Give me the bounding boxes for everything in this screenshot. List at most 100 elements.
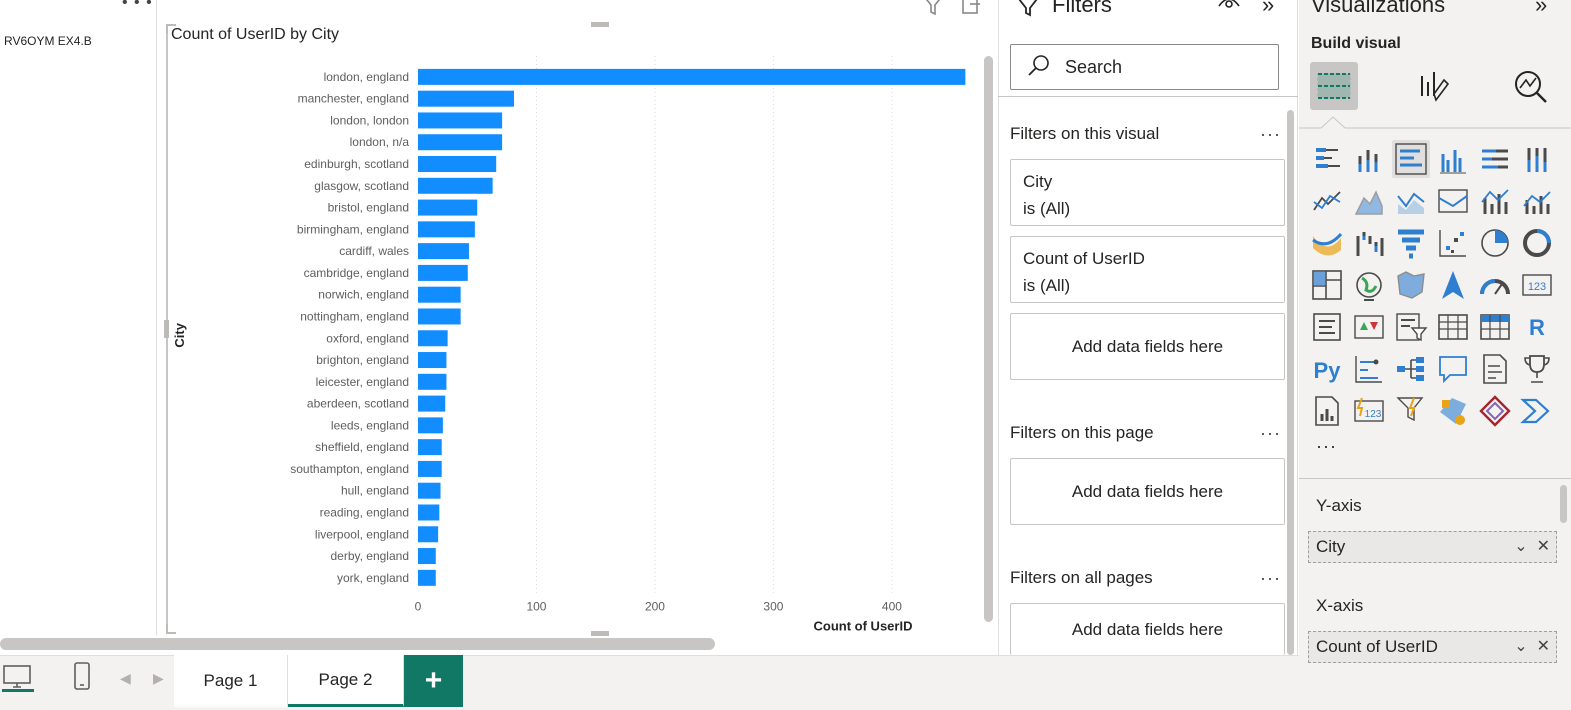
metrics-icon[interactable] (1518, 350, 1556, 388)
100-stacked-bar-chart-icon[interactable] (1476, 140, 1514, 178)
bar[interactable] (418, 504, 440, 521)
visual-vertical-scrollbar[interactable] (984, 56, 993, 622)
power-automate-slicer-icon[interactable] (1392, 392, 1430, 430)
bar[interactable] (418, 221, 475, 238)
bar[interactable] (418, 330, 448, 347)
more-options-icon[interactable]: ··· (1260, 124, 1281, 145)
bar[interactable] (418, 112, 503, 129)
chevron-right-icon[interactable]: ▶ (153, 670, 164, 687)
funnel-chart-icon[interactable] (1392, 224, 1430, 262)
add-report-filter-well[interactable]: Add data fields here (1010, 603, 1285, 655)
clustered-column-chart-icon[interactable] (1434, 140, 1472, 178)
key-influencers-icon[interactable] (1350, 350, 1388, 388)
slicer-icon[interactable] (1392, 308, 1430, 346)
more-options-icon[interactable]: ··· (1260, 568, 1281, 589)
clustered-bar-chart-icon[interactable] (1392, 140, 1430, 178)
filter-card-city[interactable]: City is (All) (1010, 159, 1285, 226)
remove-field-icon[interactable]: ✕ (1537, 638, 1550, 655)
filter-icon[interactable] (920, 0, 946, 24)
map-icon[interactable] (1350, 266, 1388, 304)
bar[interactable] (418, 68, 966, 85)
line-column-chart-icon[interactable] (1476, 182, 1514, 220)
bar[interactable] (418, 243, 469, 260)
more-options-icon[interactable]: ··· (1260, 423, 1281, 444)
x-axis-field-well[interactable]: Count of UserID ⌄ ✕ (1308, 631, 1557, 663)
bar[interactable] (418, 134, 503, 151)
ribbon-chart-icon[interactable] (1308, 224, 1346, 262)
r-visual-icon[interactable]: R (1518, 308, 1556, 346)
matrix-icon[interactable] (1476, 308, 1514, 346)
stacked-column-chart-icon[interactable] (1350, 140, 1388, 178)
gauge-icon[interactable] (1476, 266, 1514, 304)
tab-page-1[interactable]: Page 1 (174, 655, 288, 707)
bar[interactable] (418, 199, 478, 216)
area-chart-icon[interactable] (1350, 182, 1388, 220)
stacked-bar-chart-icon[interactable] (1308, 140, 1346, 178)
collapse-visualizations-icon[interactable]: » (1535, 0, 1547, 18)
analytics-tab-icon[interactable] (1510, 66, 1550, 111)
paginated-report-icon[interactable] (1308, 392, 1346, 430)
bar[interactable] (418, 526, 439, 543)
filters-scrollbar[interactable] (1287, 110, 1294, 655)
line-chart-icon[interactable] (1308, 182, 1346, 220)
collapse-filters-icon[interactable]: » (1262, 0, 1274, 18)
more-visuals-icon[interactable]: ··· (1316, 436, 1337, 457)
bar[interactable] (418, 417, 443, 434)
power-automate-icon[interactable] (1518, 392, 1556, 430)
desktop-view-icon[interactable] (2, 662, 34, 697)
resize-handle-top[interactable] (591, 22, 609, 27)
smart-narrative-icon[interactable] (1476, 350, 1514, 388)
mobile-view-icon[interactable] (72, 662, 92, 697)
bar[interactable] (418, 439, 442, 456)
resize-corner-top-left[interactable] (166, 24, 176, 34)
filter-card-count[interactable]: Count of UserID is (All) (1010, 236, 1285, 303)
filters-search-input[interactable]: Search (1010, 44, 1279, 90)
bar[interactable] (418, 460, 442, 477)
y-axis-field-well[interactable]: City ⌄ ✕ (1308, 531, 1557, 563)
bar[interactable] (418, 156, 497, 173)
kpi-icon[interactable] (1350, 308, 1388, 346)
add-visual-filter-well[interactable]: Add data fields here (1010, 313, 1285, 380)
scatter-chart-icon[interactable] (1434, 224, 1472, 262)
decomposition-tree-icon[interactable] (1392, 350, 1430, 388)
more-options-icon[interactable]: • • • (122, 0, 153, 12)
chevron-left-icon[interactable]: ◀ (120, 670, 131, 687)
remove-field-icon[interactable]: ✕ (1537, 538, 1550, 555)
donut-chart-icon[interactable] (1518, 224, 1556, 262)
python-visual-icon[interactable]: Py (1308, 350, 1346, 388)
bar[interactable] (418, 352, 447, 369)
card-icon[interactable]: 123 (1518, 266, 1556, 304)
filled-map-icon[interactable] (1392, 266, 1430, 304)
bar[interactable] (418, 286, 461, 303)
bar[interactable] (418, 548, 436, 565)
bar[interactable] (418, 373, 447, 390)
line-clustered-column-icon[interactable] (1518, 182, 1556, 220)
pie-chart-icon[interactable] (1476, 224, 1514, 262)
qa-visual-icon[interactable] (1434, 350, 1472, 388)
chevron-down-icon[interactable]: ⌄ (1514, 538, 1527, 555)
add-page-filter-well[interactable]: Add data fields here (1010, 458, 1285, 525)
treemap-icon[interactable] (1308, 266, 1346, 304)
focus-mode-icon[interactable] (960, 0, 982, 24)
multi-row-card-icon[interactable] (1308, 308, 1346, 346)
power-apps-card-icon[interactable]: 123 (1350, 392, 1388, 430)
add-page-button[interactable]: + (404, 655, 463, 707)
power-apps-icon[interactable] (1476, 392, 1514, 430)
azure-ml-icon[interactable] (1434, 392, 1472, 430)
bar[interactable] (418, 90, 514, 107)
bar[interactable] (418, 395, 446, 412)
left-visual-fragment[interactable]: • • • RV6OYM EX4.B (0, 0, 157, 635)
100-stacked-column-chart-icon[interactable] (1518, 140, 1556, 178)
format-visual-tab-icon[interactable] (1414, 66, 1454, 111)
bar[interactable] (418, 482, 441, 499)
build-visual-tab-icon[interactable] (1310, 62, 1358, 110)
tab-page-2[interactable]: Page 2 (288, 655, 404, 707)
line-stacked-area-icon[interactable] (1392, 182, 1430, 220)
chevron-down-icon[interactable]: ⌄ (1514, 638, 1527, 655)
bar[interactable] (418, 569, 436, 586)
bar[interactable] (418, 177, 493, 194)
waterfall-chart-icon[interactable] (1350, 224, 1388, 262)
table-icon[interactable] (1434, 308, 1472, 346)
azure-map-icon[interactable] (1434, 266, 1472, 304)
bar[interactable] (418, 264, 468, 281)
